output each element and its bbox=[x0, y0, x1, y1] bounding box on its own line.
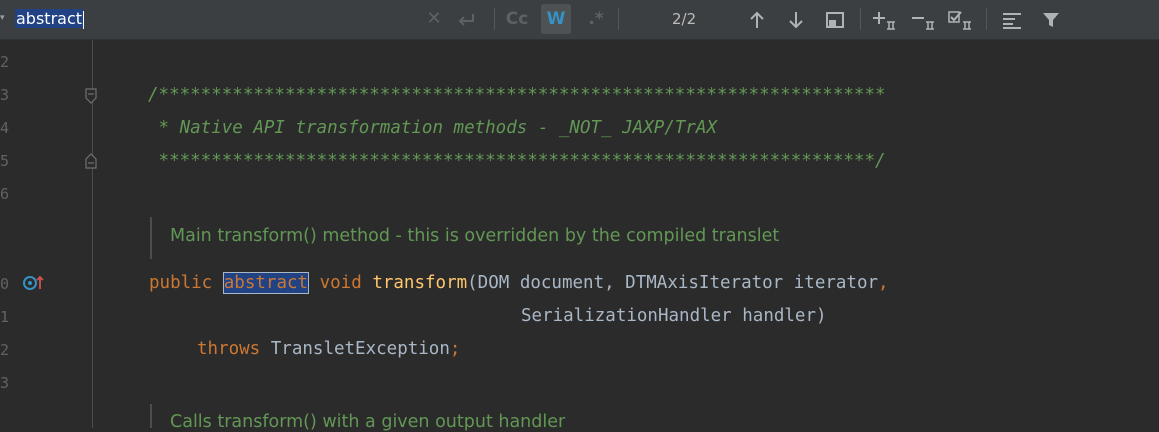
comment-line: * Native API transformation methods - _N… bbox=[148, 118, 717, 138]
window-icon[interactable] bbox=[823, 6, 847, 32]
arrow-down-icon[interactable] bbox=[784, 6, 808, 32]
separator bbox=[860, 8, 861, 30]
search-history-dropdown-icon[interactable]: ▾ bbox=[0, 13, 5, 23]
line-number: 4 bbox=[0, 119, 10, 137]
separator bbox=[494, 8, 495, 30]
search-bar: ▾ abstract ✕ Cc W .* 2/2 bbox=[0, 0, 1159, 40]
words-toggle[interactable]: W bbox=[541, 4, 571, 34]
line-number: 0 bbox=[0, 275, 10, 293]
throws-line: throws TransletException; bbox=[197, 339, 460, 359]
line-number: 5 bbox=[0, 152, 10, 170]
semicolon: ; bbox=[449, 339, 461, 359]
fold-end-icon[interactable] bbox=[85, 153, 97, 169]
line-number: 3 bbox=[0, 86, 10, 104]
keyword-void: void bbox=[319, 273, 362, 293]
line-number: 2 bbox=[0, 341, 10, 359]
separator bbox=[618, 8, 619, 30]
multiline-icon[interactable] bbox=[999, 6, 1025, 32]
text-caret bbox=[83, 10, 85, 29]
search-input-text[interactable]: abstract bbox=[15, 9, 84, 28]
search-match-highlight: abstract bbox=[222, 272, 310, 294]
newline-icon[interactable] bbox=[453, 6, 479, 32]
comma: , bbox=[878, 273, 889, 293]
line-number: 1 bbox=[0, 308, 10, 326]
fold-collapse-icon[interactable] bbox=[85, 88, 97, 104]
separator bbox=[986, 8, 987, 30]
doc-comment-bar bbox=[150, 404, 152, 428]
comment-line: /***************************************… bbox=[148, 85, 886, 105]
rendered-doc-comment: Main transform() method - this is overri… bbox=[170, 226, 780, 246]
match-count: 2/2 bbox=[672, 10, 697, 28]
method-params: (DOM document, DTMAxisIterator iterator bbox=[467, 273, 879, 293]
comment-line: ****************************************… bbox=[148, 151, 886, 171]
close-icon[interactable]: ✕ bbox=[424, 6, 444, 32]
method-name: transform bbox=[372, 273, 468, 293]
implemented-method-icon[interactable] bbox=[22, 273, 46, 293]
add-selection-icon[interactable] bbox=[870, 6, 900, 32]
line-number: 2 bbox=[0, 53, 10, 71]
method-params-continuation: SerializationHandler handler) bbox=[521, 306, 827, 326]
line-number: 6 bbox=[0, 185, 10, 203]
search-input[interactable]: abstract bbox=[15, 8, 85, 30]
remove-selection-icon[interactable] bbox=[909, 6, 939, 32]
keyword-public: public bbox=[149, 273, 213, 293]
regex-toggle[interactable]: .* bbox=[584, 6, 608, 32]
line-number: 3 bbox=[0, 374, 10, 392]
method-signature-line: public abstract void transform(DOM docum… bbox=[149, 272, 889, 294]
rendered-doc-comment: Calls transform() with a given output ha… bbox=[170, 412, 566, 432]
keyword-throws: throws bbox=[197, 339, 261, 359]
select-all-icon[interactable] bbox=[946, 6, 976, 32]
doc-comment-bar bbox=[150, 217, 152, 259]
filter-icon[interactable] bbox=[1038, 6, 1064, 32]
arrow-up-icon[interactable] bbox=[745, 6, 769, 32]
match-case-toggle[interactable]: Cc bbox=[503, 6, 531, 32]
exception-type: TransletException bbox=[270, 339, 450, 359]
